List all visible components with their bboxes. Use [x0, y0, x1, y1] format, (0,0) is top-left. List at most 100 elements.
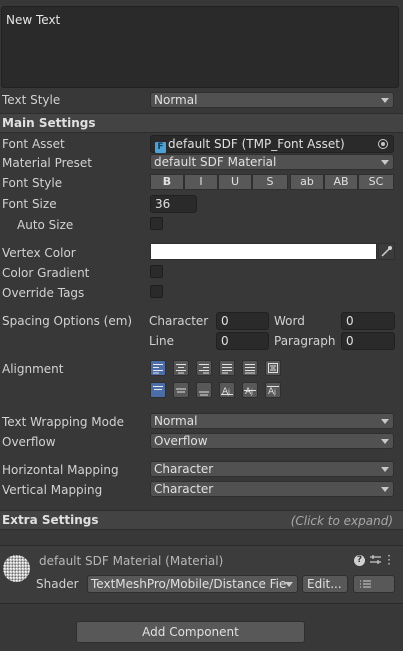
text-wrapping-dropdown[interactable]: Normal [150, 413, 394, 429]
vertex-color-swatch[interactable] [150, 243, 377, 260]
preset-icon[interactable] [369, 553, 382, 569]
material-preset-dropdown[interactable]: default SDF Material [150, 154, 394, 170]
align-center-icon [176, 364, 186, 374]
auto-size-checkbox[interactable] [150, 217, 163, 230]
font-asset-icon: F [155, 142, 166, 153]
align-flush-icon [245, 364, 255, 374]
align-right-button[interactable] [196, 360, 212, 376]
bold-button[interactable]: B [150, 174, 184, 190]
add-component-button[interactable]: Add Component [76, 621, 305, 643]
material-title: default SDF Material (Material) [39, 554, 224, 568]
vertical-mapping-dropdown[interactable]: Character [150, 481, 394, 497]
eyedropper-button[interactable] [378, 243, 395, 260]
uppercase-button[interactable]: AB [324, 174, 358, 190]
align-center-button[interactable] [173, 360, 189, 376]
character-spacing-label: Character [149, 314, 209, 328]
text-input-area[interactable]: New Text [1, 6, 399, 88]
spacing-options-label: Spacing Options (em) [2, 314, 133, 328]
align-bottom-icon [199, 391, 209, 396]
svg-text:j: j [273, 388, 276, 396]
align-right-icon [199, 364, 209, 374]
vertical-mapping-label: Vertical Mapping [2, 483, 103, 497]
align-midline-button[interactable]: Aj [242, 382, 258, 398]
font-asset-label: Font Asset [2, 137, 65, 151]
text-wrapping-label: Text Wrapping Mode [2, 415, 124, 429]
help-icon[interactable]: ? [354, 555, 365, 566]
align-middle-icon [176, 388, 186, 393]
color-gradient-checkbox[interactable] [150, 265, 163, 278]
text-style-dropdown[interactable]: Normal [150, 92, 394, 108]
chevron-down-icon [381, 419, 389, 424]
override-tags-label: Override Tags [2, 286, 85, 300]
align-top-button[interactable] [150, 382, 166, 398]
align-top-icon [153, 386, 163, 390]
extra-settings-header[interactable]: Extra Settings (Click to expand) [0, 510, 403, 530]
align-justified-button[interactable] [219, 360, 235, 376]
smallcaps-button[interactable]: SC [358, 174, 394, 190]
list-icon [360, 580, 371, 588]
word-spacing-field[interactable]: 0 [341, 312, 395, 330]
object-picker-icon[interactable] [378, 139, 388, 149]
text-style-label: Text Style [2, 93, 61, 107]
chevron-down-icon [381, 487, 389, 492]
alignment-label: Alignment [2, 362, 64, 376]
font-size-label: Font Size [2, 197, 57, 211]
extra-settings-title: Extra Settings [2, 513, 99, 527]
font-style-label: Font Style [2, 176, 63, 190]
align-left-icon [153, 364, 163, 374]
override-tags-checkbox[interactable] [150, 285, 163, 298]
align-left-button[interactable] [150, 360, 166, 376]
align-geometry-center-button[interactable] [265, 360, 281, 376]
align-middle-button[interactable] [173, 382, 189, 398]
overflow-dropdown[interactable]: Overflow [150, 433, 394, 449]
chevron-down-icon [381, 439, 389, 444]
align-bottom-button[interactable] [196, 382, 212, 398]
align-capline-icon: Aj [267, 386, 279, 397]
text-wrapping-value: Normal [154, 414, 198, 428]
extra-settings-hint: (Click to expand) [290, 514, 393, 528]
align-justified-icon [222, 364, 232, 374]
strikethrough-button[interactable]: S [252, 174, 288, 190]
overflow-label: Overflow [2, 435, 56, 449]
color-gradient-label: Color Gradient [2, 266, 90, 280]
align-baseline-button[interactable]: Aj [219, 382, 235, 398]
kebab-menu-icon[interactable]: · · · [386, 550, 392, 570]
horizontal-mapping-value: Character [154, 462, 214, 476]
vertex-color-label: Vertex Color [2, 246, 76, 260]
shader-options-button[interactable] [353, 575, 395, 593]
overflow-value: Overflow [154, 434, 208, 448]
chevron-down-icon [381, 160, 389, 165]
lowercase-button[interactable]: ab [290, 174, 324, 190]
chevron-down-icon [381, 98, 389, 103]
eyedropper-icon [381, 246, 392, 257]
line-spacing-field[interactable]: 0 [216, 332, 269, 350]
font-asset-value: default SDF (TMP_Font Asset) [168, 137, 345, 151]
edit-shader-button[interactable]: Edit... [302, 575, 348, 593]
underline-button[interactable]: U [218, 174, 252, 190]
shader-value: TextMeshPro/Mobile/Distance Fie [91, 577, 287, 591]
align-flush-button[interactable] [242, 360, 258, 376]
text-style-value: Normal [154, 93, 198, 107]
italic-button[interactable]: I [184, 174, 218, 190]
font-asset-field[interactable]: Fdefault SDF (TMP_Font Asset) [150, 135, 394, 153]
material-preset-label: Material Preset [2, 156, 92, 170]
line-spacing-label: Line [149, 334, 175, 348]
shader-dropdown[interactable]: TextMeshPro/Mobile/Distance Fie [87, 575, 298, 593]
bottom-divider [0, 603, 403, 604]
svg-text:j: j [250, 388, 253, 396]
horizontal-mapping-dropdown[interactable]: Character [150, 461, 394, 477]
paragraph-spacing-label: Paragraph [274, 334, 336, 348]
paragraph-spacing-field[interactable]: 0 [341, 332, 395, 350]
shader-label: Shader [36, 577, 79, 591]
chevron-down-icon [381, 467, 389, 472]
vertical-mapping-value: Character [154, 482, 214, 496]
align-baseline-icon: Aj [221, 387, 233, 397]
main-settings-header[interactable]: Main Settings [0, 113, 403, 133]
align-capline-button[interactable]: Aj [265, 382, 281, 398]
align-geometry-center-icon [268, 363, 278, 373]
character-spacing-field[interactable]: 0 [216, 312, 269, 330]
font-size-field[interactable]: 36 [150, 195, 197, 213]
word-spacing-label: Word [274, 314, 305, 328]
auto-size-label: Auto Size [17, 218, 74, 232]
material-preview-icon [3, 555, 30, 582]
